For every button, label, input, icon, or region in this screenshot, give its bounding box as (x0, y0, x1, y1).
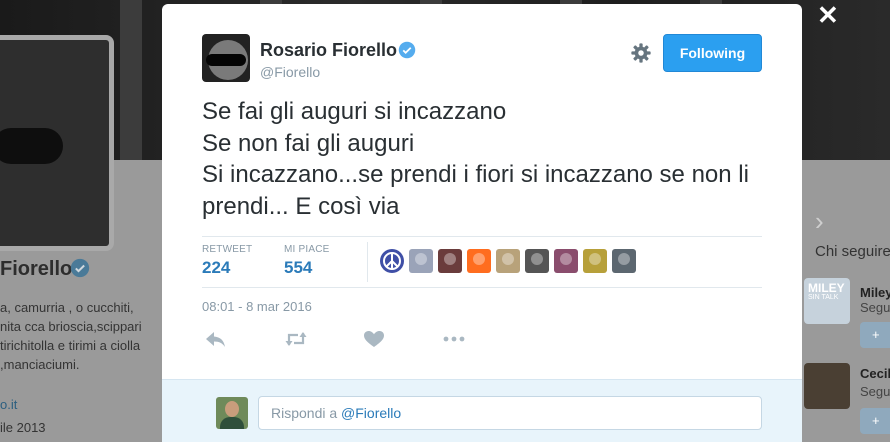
suggestion-logo-subtext: SIN TALK (808, 294, 839, 301)
chevron-right-icon[interactable]: › (815, 206, 824, 237)
profile-name: Fiorello (0, 258, 73, 280)
retweet-icon[interactable] (284, 329, 308, 349)
likes-label: MI PIACE (284, 244, 330, 255)
suggestion-avatar[interactable] (804, 363, 850, 409)
following-button[interactable]: Following (663, 34, 762, 72)
author-handle[interactable]: @Fiorello (260, 64, 320, 80)
profile-link[interactable]: o.it (0, 397, 17, 412)
liker-avatar[interactable] (438, 249, 462, 273)
retweet-count[interactable]: 224 (202, 258, 230, 278)
liker-avatar[interactable] (612, 249, 636, 273)
current-user-avatar[interactable] (216, 397, 248, 429)
suggestion-subtext: Segu (860, 384, 890, 399)
author-avatar[interactable] (202, 34, 250, 82)
reply-input[interactable]: Rispondi a @Fiorello (258, 396, 762, 430)
verified-badge-icon (70, 258, 90, 278)
close-icon[interactable]: ✕ (817, 2, 839, 28)
liker-avatar[interactable] (409, 249, 433, 273)
reply-placeholder-mention: @Fiorello (341, 405, 402, 421)
tweet-stats: RETWEET 224 MI PIACE 554 (202, 236, 762, 288)
verified-badge-icon (398, 41, 416, 59)
tweet-timestamp[interactable]: 08:01 - 8 mar 2016 (202, 299, 312, 314)
peace-icon[interactable] (380, 249, 404, 273)
stats-divider (367, 242, 368, 282)
bio-line: tirichitolla e tirimi a ciolla (0, 338, 141, 353)
gear-icon[interactable] (630, 42, 652, 64)
liker-avatar[interactable] (496, 249, 520, 273)
tweet-modal: Rosario Fiorello @Fiorello Following Se … (162, 4, 802, 442)
heart-icon[interactable] (362, 329, 386, 349)
reply-placeholder-prefix: Rispondi a (271, 405, 342, 421)
who-to-follow-title: Chi seguire (815, 243, 890, 260)
liker-avatar[interactable] (554, 249, 578, 273)
profile-avatar (0, 35, 114, 251)
liker-avatar[interactable] (467, 249, 491, 273)
liker-avatar[interactable] (583, 249, 607, 273)
likes-count[interactable]: 554 (284, 258, 312, 278)
suggestion-avatar[interactable]: MILEY SIN TALK (804, 278, 850, 324)
suggestion-name[interactable]: Miley (860, 285, 890, 300)
profile-bio: a, camurria , o cucchiti, nita cca brios… (0, 298, 160, 374)
bio-line: a, camurria , o cucchiti, (0, 300, 134, 315)
author-name[interactable]: Rosario Fiorello (260, 40, 397, 61)
suggestion-follow-button[interactable]: + (860, 322, 890, 348)
reply-icon[interactable] (204, 329, 228, 349)
reply-area: Rispondi a @Fiorello (162, 379, 802, 442)
likers-avatars (380, 249, 636, 273)
more-dots-icon[interactable] (442, 329, 466, 349)
bio-line: nita cca brioscia,scippari (0, 319, 142, 334)
suggestion-subtext: Segu (860, 300, 890, 315)
profile-joined-date: ile 2013 (0, 420, 46, 435)
bio-line: ,manciaciumi. (0, 357, 80, 372)
suggestion-name[interactable]: Cecil (860, 366, 890, 381)
liker-avatar[interactable] (525, 249, 549, 273)
suggestion-follow-button[interactable]: + (860, 408, 890, 434)
retweet-label: RETWEET (202, 244, 253, 255)
tweet-text: Se fai gli auguri si incazzano Se non fa… (202, 98, 749, 220)
suggestion-logo-text: MILEY (808, 281, 845, 295)
